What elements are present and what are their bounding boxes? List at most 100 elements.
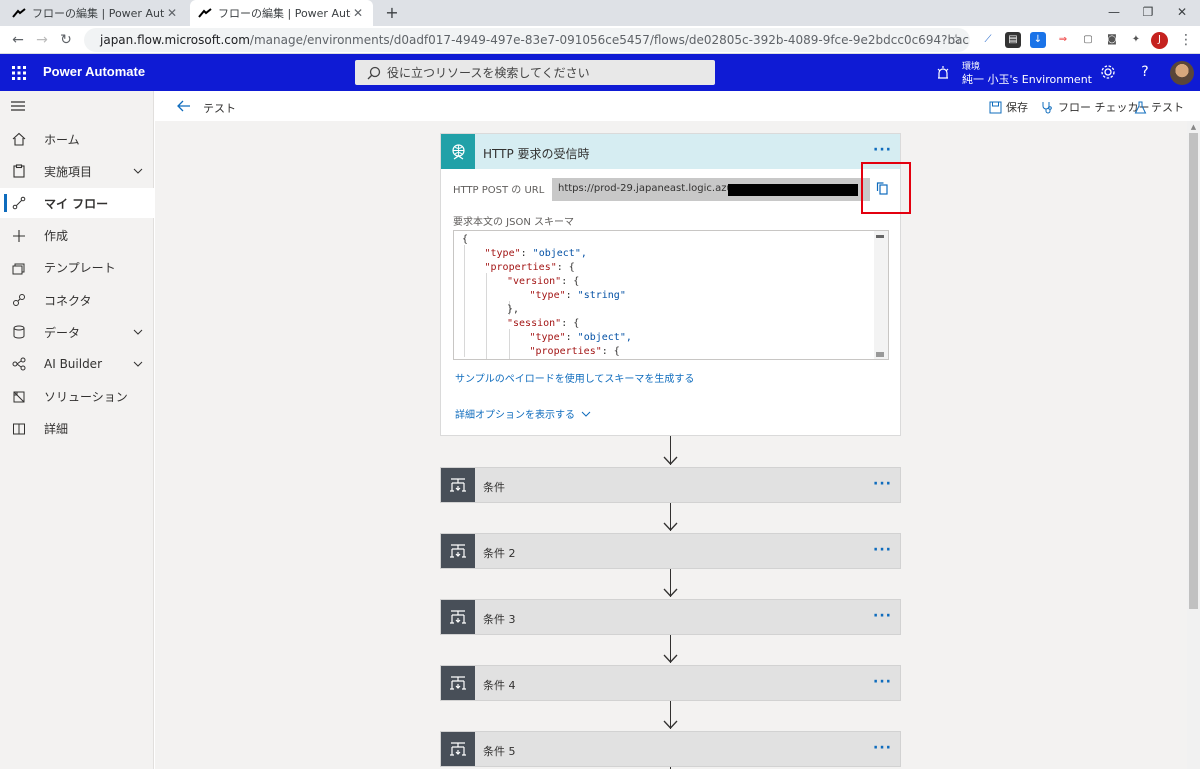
condition-card[interactable]: 条件 ··· xyxy=(440,467,901,503)
condition-card[interactable]: 条件 4 ··· xyxy=(440,665,901,701)
trigger-more-button[interactable]: ··· xyxy=(873,142,892,158)
nav-item[interactable]: データ xyxy=(0,317,154,347)
flow-icon xyxy=(12,197,26,210)
scroll-up-icon[interactable]: ▲ xyxy=(1189,123,1198,131)
browser-tab-active[interactable]: フローの編集 | Power Automate ✕ xyxy=(190,0,373,26)
condition-more-button[interactable]: ··· xyxy=(873,608,892,624)
code-line: "version": { xyxy=(462,275,632,289)
condition-more-button[interactable]: ··· xyxy=(873,674,892,690)
puzzle-extensions-icon[interactable]: ✦ xyxy=(1128,32,1144,48)
json-punctuation: : xyxy=(565,290,578,301)
chevron-down-icon[interactable] xyxy=(133,359,143,369)
json-punctuation: : { xyxy=(556,262,575,273)
save-button[interactable]: 保存 xyxy=(989,99,1028,115)
test-button[interactable]: テスト xyxy=(1134,99,1184,115)
nav-item[interactable]: コネクタ xyxy=(0,285,154,315)
trigger-title: HTTP 要求の受信時 xyxy=(483,147,590,161)
nav-item[interactable]: ホーム xyxy=(0,124,154,154)
chevron-down-icon[interactable] xyxy=(133,166,143,176)
json-schema-code: {"type": "object", "properties": {"versio… xyxy=(462,233,632,360)
user-avatar[interactable] xyxy=(1170,61,1194,85)
app-name[interactable]: Power Automate xyxy=(43,64,145,79)
ai-builder-icon xyxy=(12,357,26,371)
chevron-down-icon[interactable] xyxy=(133,327,143,337)
condition-card[interactable]: 条件 3 ··· xyxy=(440,599,901,635)
condition-title: 条件 5 xyxy=(483,745,516,758)
json-key: "properties" xyxy=(484,262,557,273)
back-arrow-icon[interactable] xyxy=(177,99,191,113)
nav-item[interactable]: ソリューション xyxy=(0,382,154,412)
condition-title: 条件 3 xyxy=(483,613,516,626)
nav-item[interactable]: 詳細 xyxy=(0,414,154,444)
condition-more-button[interactable]: ··· xyxy=(873,476,892,492)
profile-avatar[interactable]: J xyxy=(1151,32,1168,49)
nav-item[interactable]: 実施項目 xyxy=(0,156,154,186)
chat-extension-icon[interactable]: ▢ xyxy=(1080,32,1096,48)
flow-arrow-icon xyxy=(663,522,678,531)
json-punctuation: : xyxy=(565,332,578,343)
browser-menu-icon[interactable]: ⋮ xyxy=(1176,30,1196,50)
json-key: "type" xyxy=(529,332,566,343)
trigger-card-header[interactable]: HTTP 要求の受信時 ··· xyxy=(441,134,900,169)
condition-icon-box xyxy=(441,468,475,502)
nav-item[interactable]: マイ フロー xyxy=(0,188,154,219)
code-line: "type": "object", xyxy=(462,247,632,261)
app-launcher-icon[interactable] xyxy=(12,66,26,80)
http-post-url-field[interactable]: https://prod-29.japaneast.logic.azure.co… xyxy=(552,178,870,201)
connector-icon xyxy=(13,294,25,306)
address-bar[interactable]: japan.flow.microsoft.com/manage/environm… xyxy=(84,28,970,52)
help-icon[interactable]: ? xyxy=(1136,63,1154,81)
nav-item[interactable]: AI Builder xyxy=(0,349,154,379)
extension-icon[interactable]: ▤ xyxy=(1005,32,1021,48)
copy-button-highlight-box xyxy=(861,162,911,214)
search-icon xyxy=(367,66,381,79)
show-advanced-options-label: 詳細オプションを表示する xyxy=(455,410,575,421)
nav-item-label: ソリューション xyxy=(44,390,128,405)
hamburger-menu-icon[interactable] xyxy=(11,101,25,111)
forward-icon[interactable]: → xyxy=(32,30,52,50)
clipboard-icon xyxy=(13,164,25,178)
nav-item[interactable]: 作成 xyxy=(0,221,154,251)
browser-tab[interactable]: フローの編集 | Power Automate ✕ xyxy=(4,0,187,26)
generate-schema-from-sample-link[interactable]: サンプルのペイロードを使用してスキーマを生成する xyxy=(455,370,694,385)
condition-more-button[interactable]: ··· xyxy=(873,542,892,558)
close-tab-icon[interactable]: ✕ xyxy=(351,6,365,20)
condition-card[interactable]: 条件 2 ··· xyxy=(440,533,901,569)
settings-gear-icon[interactable] xyxy=(1099,63,1117,81)
environment-name[interactable]: 純一 小玉's Environment xyxy=(962,71,1092,87)
condition-icon-box xyxy=(441,666,475,700)
reload-icon[interactable]: ↻ xyxy=(56,30,76,50)
json-punctuation: : { xyxy=(601,346,620,357)
code-line: }, xyxy=(462,303,632,317)
camera-extension-icon[interactable]: ◙ xyxy=(1104,32,1120,48)
json-value: "string" xyxy=(577,290,626,301)
show-advanced-options-link[interactable]: 詳細オプションを表示する xyxy=(455,406,591,421)
page-scrollbar-thumb[interactable] xyxy=(1189,133,1198,609)
condition-more-button[interactable]: ··· xyxy=(873,740,892,756)
code-line: { xyxy=(462,233,632,247)
browser-tab-title: フローの編集 | Power Automate xyxy=(32,7,165,20)
redirect-extension-icon[interactable]: ⇒ xyxy=(1055,32,1071,48)
condition-card[interactable]: 条件 5 ··· xyxy=(440,731,901,767)
json-schema-editor[interactable]: {"type": "object", "properties": {"versio… xyxy=(453,230,889,360)
flow-extension-icon[interactable]: ⟋ xyxy=(980,32,996,48)
command-bar: テスト 保存 フロー チェッカー テスト xyxy=(155,91,1200,121)
resource-search-input[interactable]: 役に立つリソースを検索してください xyxy=(355,60,715,85)
download-extension-icon[interactable]: ↓ xyxy=(1030,32,1046,48)
window-close-button[interactable]: ✕ xyxy=(1162,0,1200,26)
bookmark-star-icon[interactable]: ☆ xyxy=(946,30,966,50)
nav-item[interactable]: テンプレート xyxy=(0,253,154,283)
json-punctuation: }, xyxy=(507,304,520,315)
left-navigation: ホーム 実施項目 マイ フロー 作成 テンプレート コネクタ データ AI Builder ソリ… xyxy=(0,91,154,769)
close-tab-icon[interactable]: ✕ xyxy=(165,6,179,20)
flask-icon xyxy=(1134,101,1147,113)
back-icon[interactable]: ← xyxy=(8,30,28,50)
new-tab-button[interactable]: + xyxy=(382,3,402,23)
code-line: "type": "string" xyxy=(462,289,632,303)
url-path: /manage/environments/d0adf017-4949-497e-… xyxy=(249,33,970,47)
power-automate-favicon-icon xyxy=(12,8,26,18)
json-key: "type" xyxy=(529,290,566,301)
editor-scrollbar[interactable] xyxy=(874,231,888,359)
environment-icon[interactable] xyxy=(936,65,950,79)
code-line: "ne": { xyxy=(462,359,632,360)
